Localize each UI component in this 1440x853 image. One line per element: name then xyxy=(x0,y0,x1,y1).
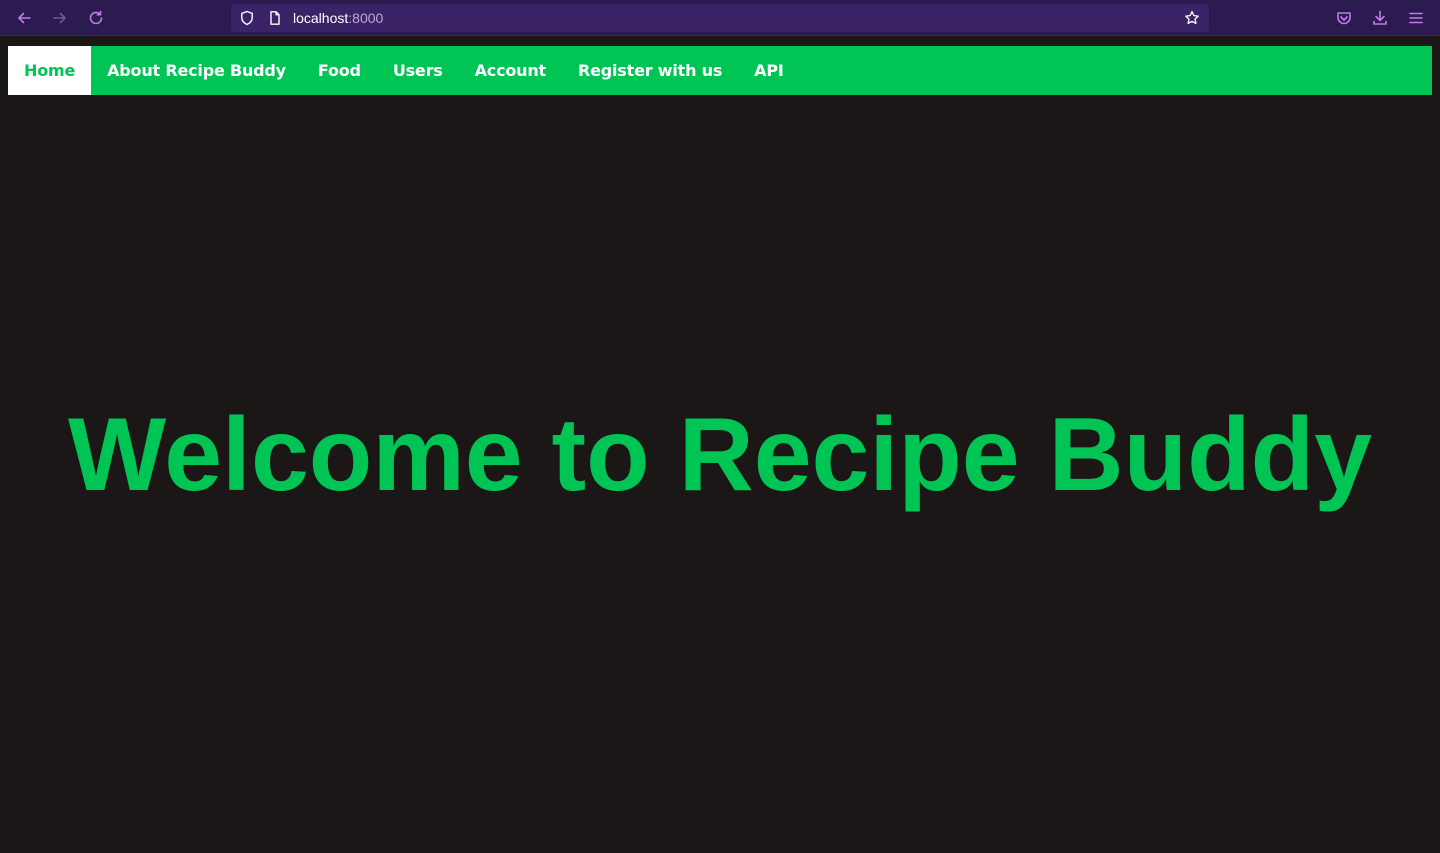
url-port: :8000 xyxy=(348,10,384,26)
url-bar[interactable]: localhost:8000 xyxy=(231,4,1209,32)
page-title: Welcome to Recipe Buddy xyxy=(67,397,1373,513)
reload-icon[interactable] xyxy=(84,6,108,30)
url-text[interactable]: localhost:8000 xyxy=(293,10,383,26)
hamburger-menu-icon[interactable] xyxy=(1405,7,1427,29)
main-nav: Home About Recipe Buddy Food Users Accou… xyxy=(8,46,1432,95)
forward-arrow-icon[interactable] xyxy=(48,6,72,30)
nav-item-home[interactable]: Home xyxy=(8,46,92,95)
nav-item-api[interactable]: API xyxy=(738,46,799,95)
nav-item-food[interactable]: Food xyxy=(302,46,377,95)
url-host: localhost xyxy=(293,10,349,26)
page-icon[interactable] xyxy=(266,9,284,27)
browser-toolbar: localhost:8000 xyxy=(0,0,1440,36)
back-arrow-icon[interactable] xyxy=(12,6,36,30)
download-icon[interactable] xyxy=(1369,7,1391,29)
star-icon[interactable] xyxy=(1183,9,1201,27)
nav-item-users[interactable]: Users xyxy=(377,46,459,95)
nav-item-account[interactable]: Account xyxy=(459,46,562,95)
nav-item-register[interactable]: Register with us xyxy=(562,46,738,95)
pocket-icon[interactable] xyxy=(1333,7,1355,29)
main-content: Welcome to Recipe Buddy xyxy=(0,95,1440,853)
shield-icon[interactable] xyxy=(238,9,256,27)
nav-item-about[interactable]: About Recipe Buddy xyxy=(91,46,302,95)
